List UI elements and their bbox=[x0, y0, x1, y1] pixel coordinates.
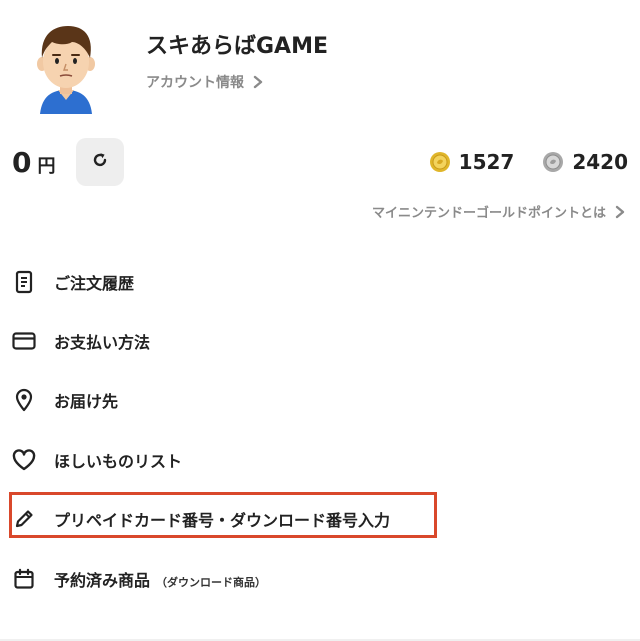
credit-card-icon bbox=[12, 329, 36, 353]
mii-avatar-icon bbox=[28, 20, 104, 114]
calendar-icon bbox=[12, 567, 36, 591]
menu-item-label-sub: （ダウンロード商品） bbox=[156, 576, 267, 589]
menu-item-order-history[interactable]: ご注文履歴 bbox=[0, 254, 640, 310]
chevron-right-icon bbox=[614, 205, 626, 219]
balance-amount: 0 bbox=[12, 146, 32, 179]
refresh-balance-button[interactable] bbox=[76, 138, 124, 186]
menu-item-label: プリペイドカード番号・ダウンロード番号入力 bbox=[54, 511, 391, 530]
platinum-coin-icon bbox=[542, 151, 564, 173]
platinum-points-value: 2420 bbox=[572, 150, 628, 174]
balance-display: 0 円 bbox=[12, 146, 55, 179]
menu-item-label: ご注文履歴 bbox=[54, 274, 135, 293]
refresh-icon bbox=[91, 151, 109, 173]
balance-currency: 円 bbox=[37, 156, 56, 177]
account-info-link[interactable]: アカウント情報 bbox=[146, 72, 264, 92]
menu-item-reserved-products[interactable]: 予約済み商品 （ダウンロード商品） bbox=[0, 551, 640, 607]
menu-item-delivery-address[interactable]: お届け先 bbox=[0, 372, 640, 428]
menu-item-payment-method[interactable]: お支払い方法 bbox=[0, 313, 640, 369]
gold-points-value: 1527 bbox=[458, 150, 515, 174]
menu-item-prepaid-code-entry[interactable]: プリペイドカード番号・ダウンロード番号入力 bbox=[0, 491, 640, 547]
receipt-icon bbox=[12, 270, 36, 294]
account-info-label: アカウント情報 bbox=[146, 75, 244, 91]
pencil-icon bbox=[12, 507, 36, 531]
menu-item-label: お届け先 bbox=[54, 392, 119, 411]
menu-item-label: 予約済み商品 （ダウンロード商品） bbox=[54, 567, 266, 591]
menu-item-label: ほしいものリスト bbox=[54, 452, 183, 471]
menu-item-label-main: 予約済み商品 bbox=[54, 571, 151, 590]
location-pin-icon bbox=[12, 388, 36, 412]
gold-point-info-link[interactable]: マイニンテンドーゴールドポイントとは bbox=[372, 202, 626, 221]
menu-item-label: お支払い方法 bbox=[54, 333, 151, 352]
menu-item-wishlist[interactable]: ほしいものリスト bbox=[0, 432, 640, 488]
gold-point-info-label: マイニンテンドーゴールドポイントとは bbox=[371, 206, 606, 221]
points-display: 1527 2420 bbox=[429, 150, 628, 174]
chevron-right-icon bbox=[252, 75, 264, 89]
gold-coin-icon bbox=[429, 151, 451, 173]
heart-icon bbox=[12, 448, 36, 472]
username: スキあらばGAME bbox=[146, 34, 329, 59]
